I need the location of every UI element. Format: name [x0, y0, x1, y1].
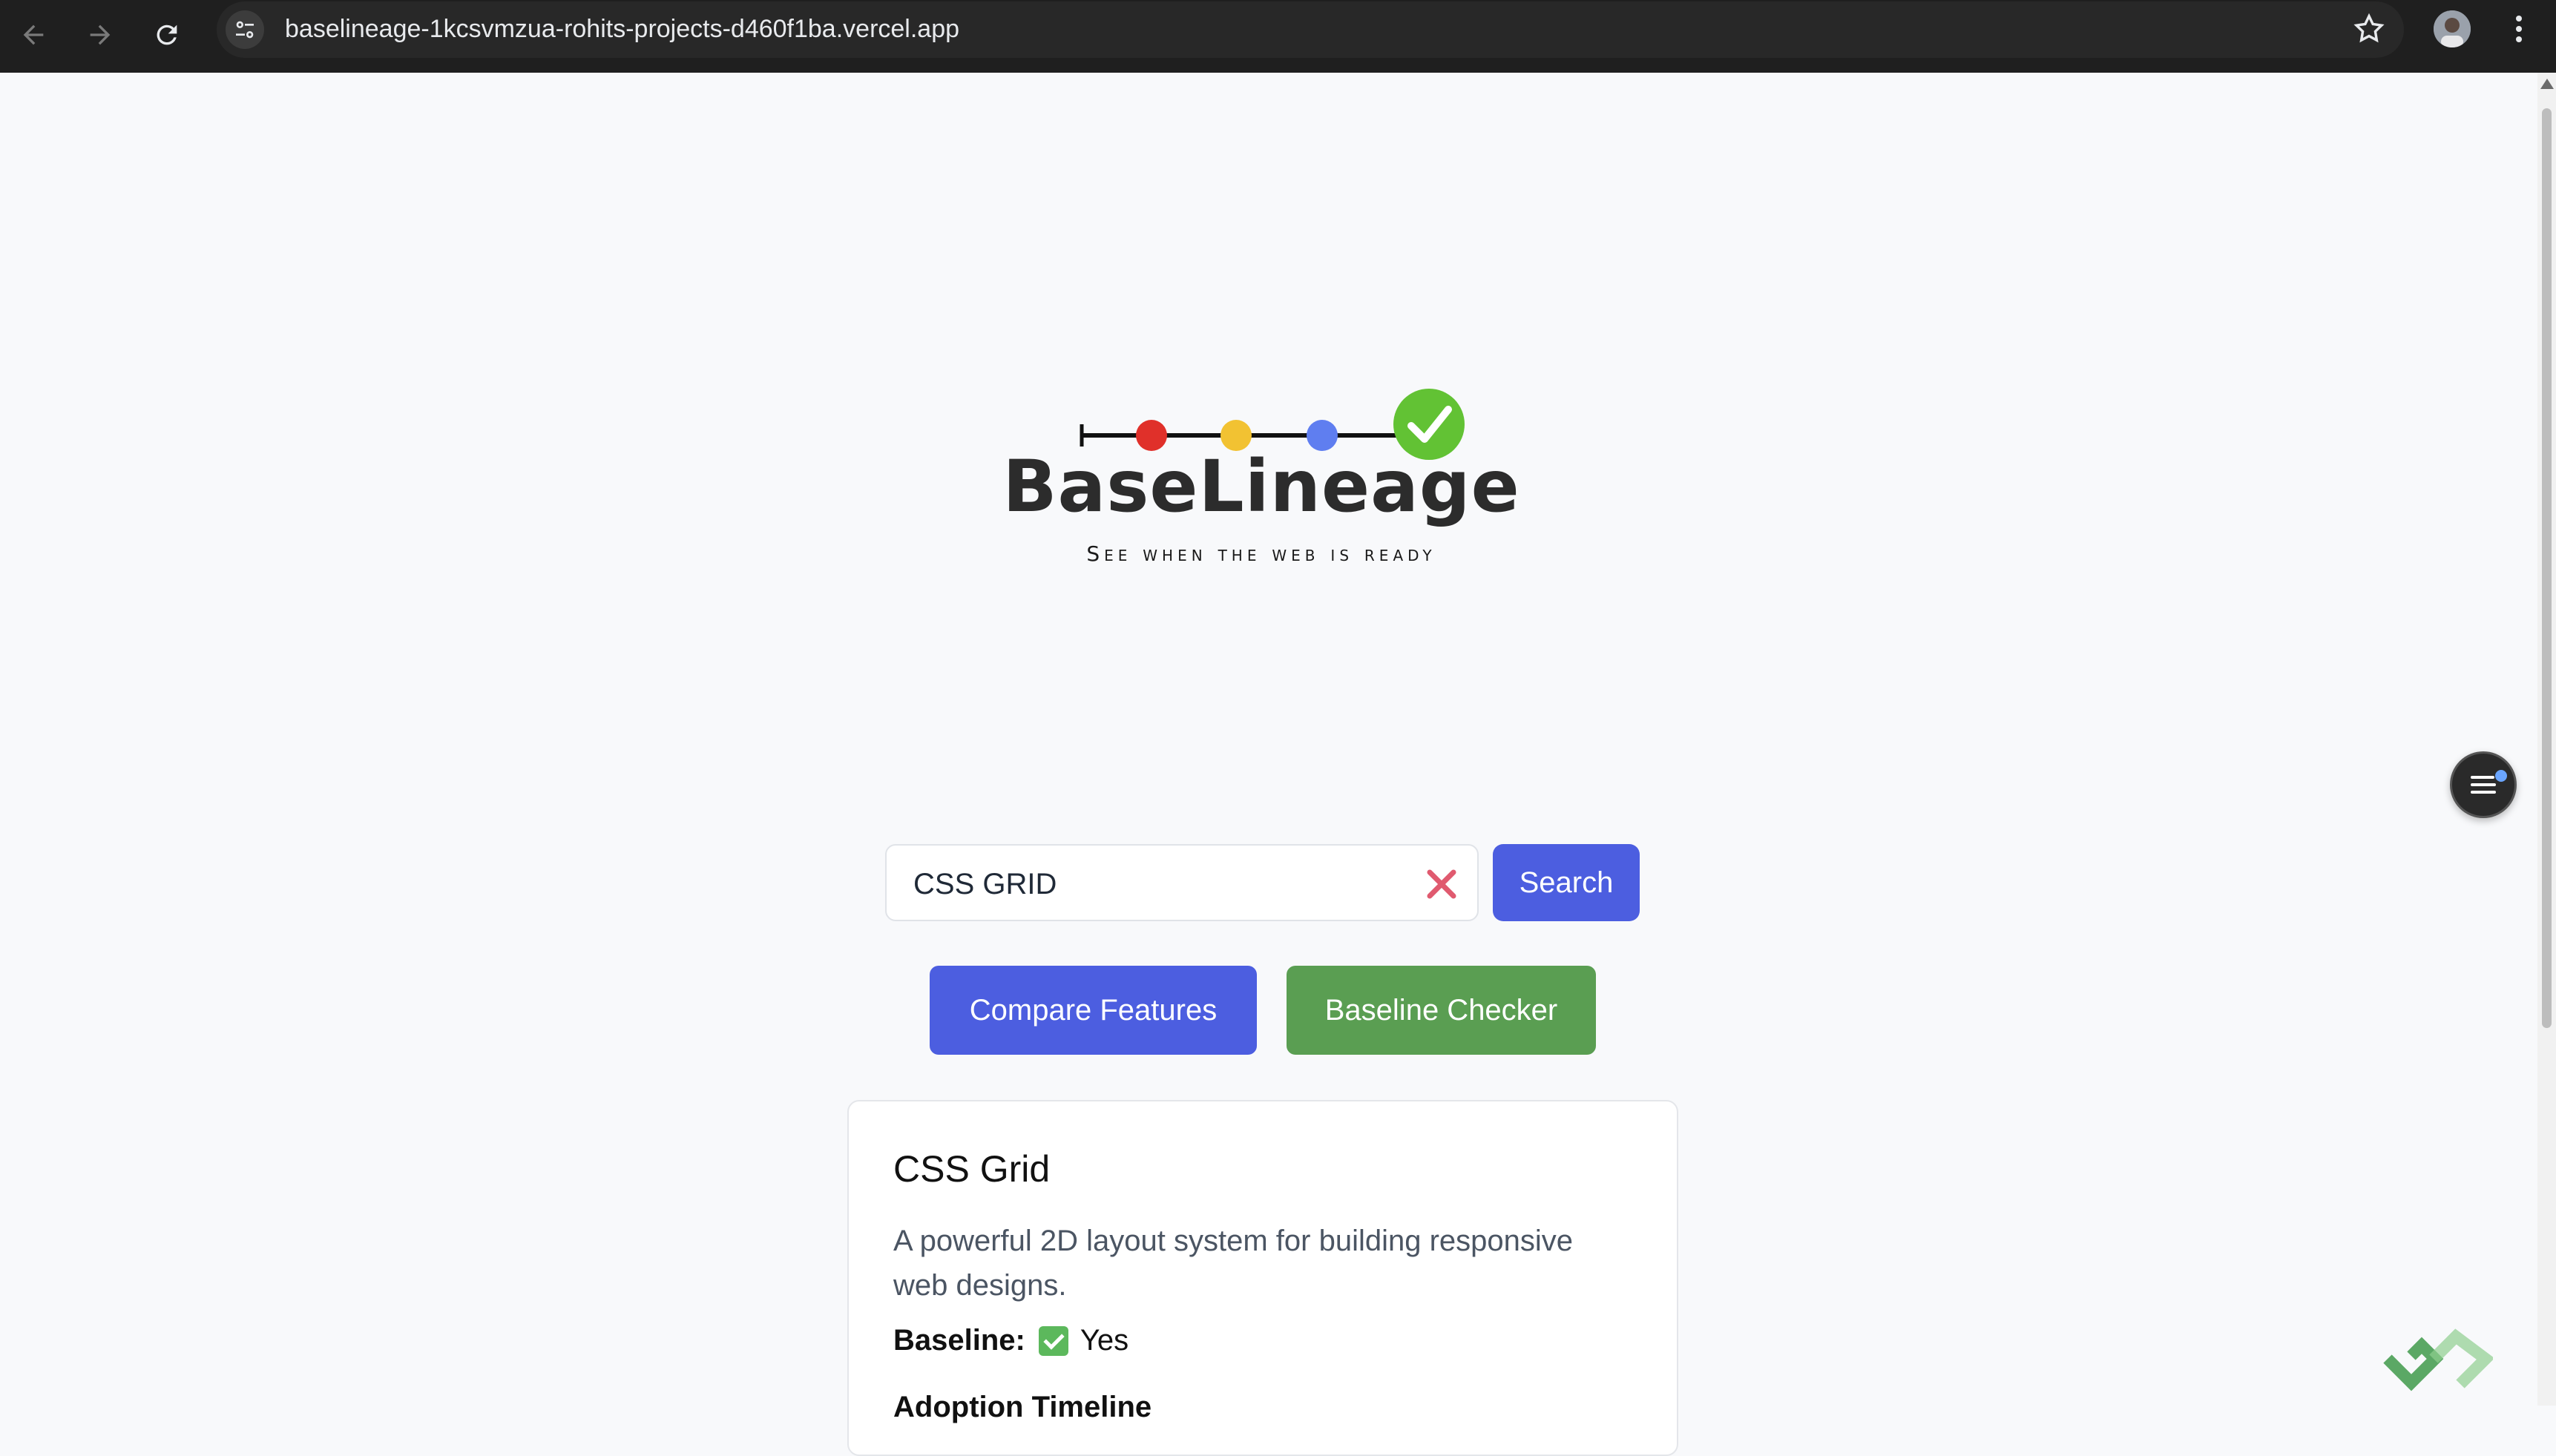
kebab-menu-icon[interactable]: [2500, 10, 2537, 47]
tagline: See when the web is ready: [1086, 541, 1436, 566]
brand-name: BaseLineage: [1002, 445, 1520, 528]
baseline-checker-button[interactable]: Baseline Checker: [1287, 966, 1596, 1055]
search-input[interactable]: [913, 863, 1388, 905]
url-text[interactable]: baselineage-1kcsvmzua-rohits-projects-d4…: [285, 15, 959, 44]
search-box: [885, 844, 1479, 921]
scroll-thumb[interactable]: [2542, 108, 2552, 1028]
menu-lines-icon: [2471, 776, 2496, 794]
address-bar[interactable]: baselineage-1kcsvmzua-rohits-projects-d4…: [217, 1, 2404, 58]
browser-toolbar: baselineage-1kcsvmzua-rohits-projects-d4…: [0, 0, 2556, 73]
search-button[interactable]: Search: [1493, 844, 1640, 921]
clear-icon[interactable]: [1424, 866, 1459, 902]
back-arrow-icon[interactable]: [12, 13, 55, 56]
baseline-value: Yes: [1080, 1324, 1129, 1357]
reload-icon[interactable]: [145, 13, 188, 56]
result-card: CSS Grid A powerful 2D layout system for…: [847, 1100, 1678, 1456]
avatar[interactable]: [2434, 10, 2471, 47]
corner-logo-icon[interactable]: [2382, 1320, 2493, 1394]
checkmark-icon: [1038, 1325, 1068, 1356]
site-info-icon[interactable]: [226, 10, 264, 49]
star-icon[interactable]: [2352, 12, 2386, 50]
compare-features-button[interactable]: Compare Features: [930, 966, 1257, 1055]
forward-arrow-icon[interactable]: [79, 13, 122, 56]
scrollbar[interactable]: [2537, 73, 2556, 1406]
baseline-label: Baseline:: [893, 1324, 1025, 1357]
notification-dot: [2495, 770, 2507, 782]
feature-description: A powerful 2D layout system for building…: [893, 1225, 1574, 1302]
scroll-up-icon[interactable]: [2540, 79, 2554, 89]
timeline-heading: Adoption Timeline: [893, 1391, 1152, 1423]
logo-timeline-icon: [1080, 389, 1465, 460]
feature-title: CSS Grid: [893, 1148, 1051, 1190]
floating-menu-button[interactable]: [2450, 751, 2517, 818]
baseline-status: Baseline: Yes: [893, 1324, 1128, 1357]
